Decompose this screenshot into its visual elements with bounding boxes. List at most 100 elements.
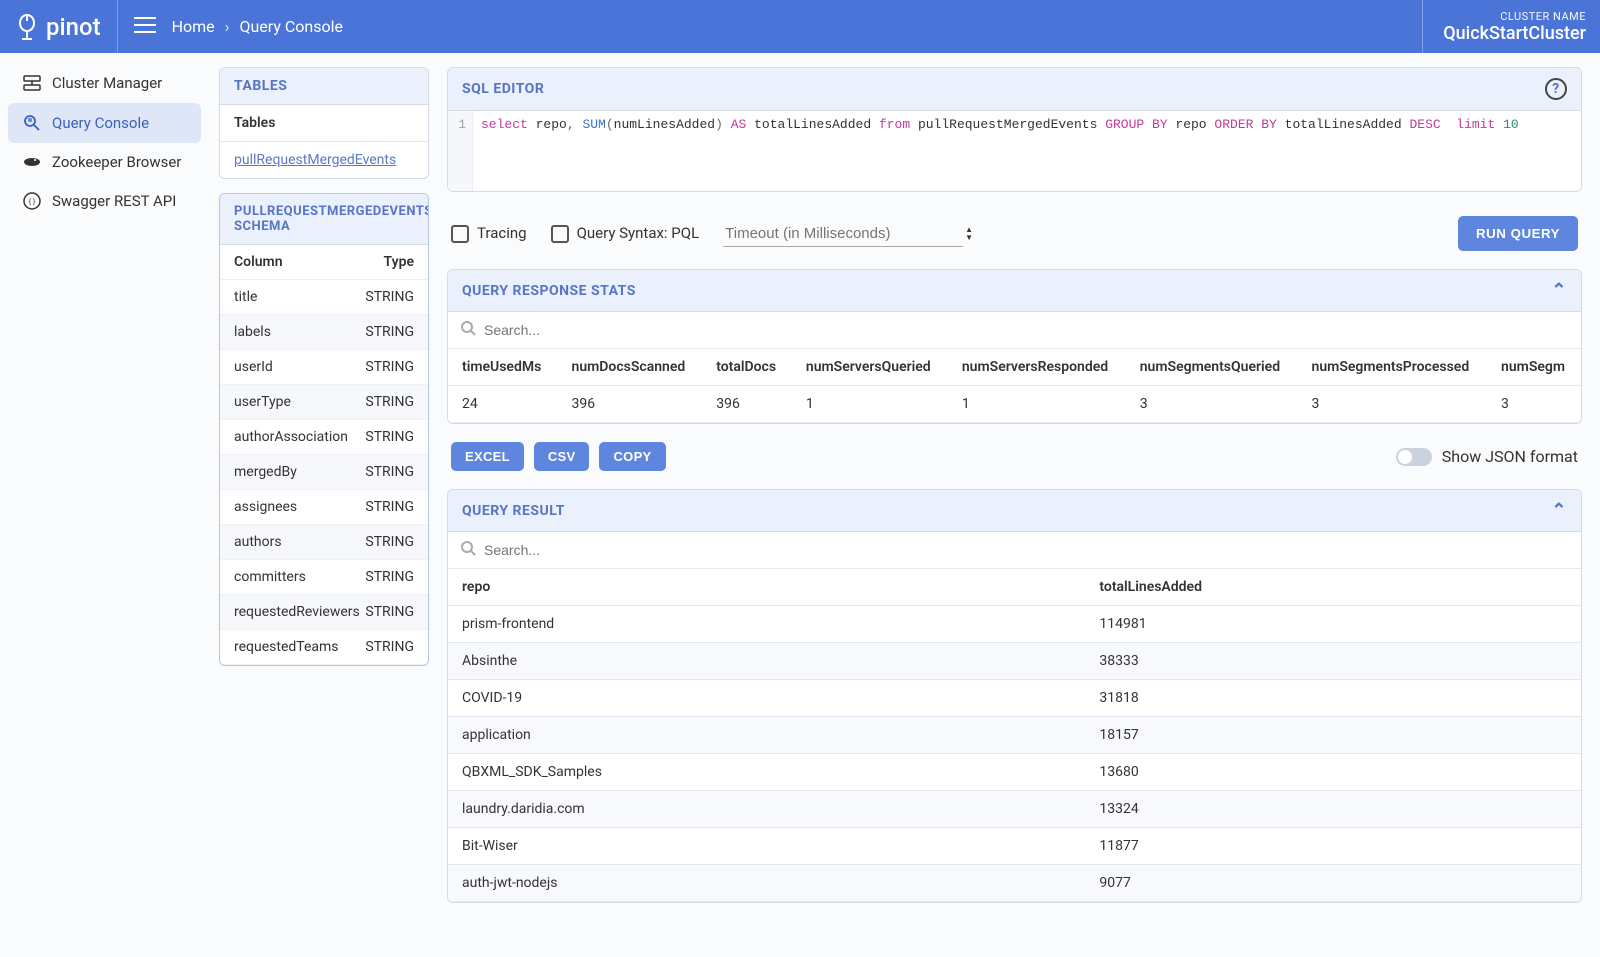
schema-panel-title: PULLREQUESTMERGEDEVENTS SCHEMA: [220, 194, 428, 245]
schema-col: labels: [234, 324, 365, 340]
stats-header[interactable]: numDocsScanned: [558, 349, 703, 386]
stats-table: timeUsedMsnumDocsScannedtotalDocsnumServ…: [448, 349, 1581, 423]
stats-title: QUERY RESPONSE STATS: [462, 283, 636, 299]
copy-button[interactable]: COPY: [599, 442, 665, 471]
breadcrumb-home[interactable]: Home: [172, 17, 215, 36]
stats-header[interactable]: numSegmentsQueried: [1126, 349, 1298, 386]
svg-text:{ }: { }: [29, 197, 36, 206]
table-link[interactable]: pullRequestMergedEvents: [220, 142, 428, 178]
sql-editor-title: SQL EDITOR: [462, 81, 544, 97]
stats-header[interactable]: timeUsedMs: [448, 349, 558, 386]
result-row[interactable]: COVID-1931818: [448, 680, 1581, 717]
pql-checkbox[interactable]: [551, 225, 569, 243]
zk-icon: [20, 155, 44, 169]
result-title: QUERY RESULT: [462, 503, 565, 519]
search-icon: [460, 320, 476, 340]
schema-row[interactable]: mergedBySTRING: [220, 455, 428, 490]
result-cell: 13324: [1085, 791, 1581, 828]
schema-row[interactable]: labelsSTRING: [220, 315, 428, 350]
sidebar-item-query-console[interactable]: Query Console: [8, 103, 201, 143]
breadcrumb-current: Query Console: [239, 17, 343, 36]
pinot-icon: [16, 13, 38, 41]
hamburger-icon[interactable]: [134, 16, 156, 38]
schema-row[interactable]: titleSTRING: [220, 280, 428, 315]
cluster-icon: [20, 73, 44, 93]
tables-subheader: Tables: [220, 105, 428, 142]
schema-col: title: [234, 289, 365, 305]
help-icon[interactable]: ?: [1545, 78, 1567, 100]
timeout-input[interactable]: [723, 221, 963, 247]
stats-cell: 396: [558, 386, 703, 423]
run-query-button[interactable]: RUN QUERY: [1458, 216, 1578, 251]
schema-col-header: Column: [234, 254, 384, 270]
schema-row[interactable]: userTypeSTRING: [220, 385, 428, 420]
schema-type: STRING: [365, 394, 414, 410]
pql-control[interactable]: Query Syntax: PQL: [551, 224, 700, 243]
schema-type: STRING: [365, 569, 414, 585]
sql-code[interactable]: select repo, SUM(numLinesAdded) AS total…: [473, 111, 1581, 191]
result-cell: 31818: [1085, 680, 1581, 717]
stats-header[interactable]: totalDocs: [702, 349, 792, 386]
result-row[interactable]: Bit-Wiser11877: [448, 828, 1581, 865]
excel-button[interactable]: EXCEL: [451, 442, 524, 471]
result-panel: QUERY RESULT ⌃ repototalLinesAddedprism-…: [447, 489, 1582, 903]
schema-header-row: Column Type: [220, 245, 428, 280]
result-header[interactable]: repo: [448, 569, 1085, 606]
schema-row[interactable]: assigneesSTRING: [220, 490, 428, 525]
search-icon: [460, 540, 476, 560]
sidebar-item-swagger-rest-api[interactable]: { }Swagger REST API: [8, 181, 201, 221]
timeout-stepper[interactable]: ▲▼: [965, 226, 973, 242]
schema-type: STRING: [365, 289, 414, 305]
stats-header[interactable]: numSegmentsProcessed: [1298, 349, 1487, 386]
brand-logo[interactable]: pinot: [16, 13, 101, 41]
stats-header[interactable]: numServersQueried: [792, 349, 948, 386]
result-row[interactable]: QBXML_SDK_Samples13680: [448, 754, 1581, 791]
result-row[interactable]: auth-jwt-nodejs9077: [448, 865, 1581, 902]
schema-type: STRING: [365, 324, 414, 340]
tables-panel: TABLES Tables pullRequestMergedEvents: [219, 67, 429, 179]
sidebar-item-label: Zookeeper Browser: [52, 153, 181, 171]
schema-type: STRING: [365, 464, 414, 480]
stats-header[interactable]: numServersResponded: [948, 349, 1126, 386]
schema-row[interactable]: userIdSTRING: [220, 350, 428, 385]
tables-panel-title: TABLES: [220, 68, 428, 105]
schema-row[interactable]: committersSTRING: [220, 560, 428, 595]
result-header[interactable]: totalLinesAdded: [1085, 569, 1581, 606]
result-row[interactable]: laundry.daridia.com13324: [448, 791, 1581, 828]
stats-header[interactable]: numSegm: [1487, 349, 1581, 386]
schema-row[interactable]: authorsSTRING: [220, 525, 428, 560]
schema-row[interactable]: requestedTeamsSTRING: [220, 630, 428, 665]
result-cell: 114981: [1085, 606, 1581, 643]
schema-type: STRING: [365, 429, 414, 445]
schema-type: STRING: [365, 534, 414, 550]
schema-row[interactable]: authorAssociationSTRING: [220, 420, 428, 455]
result-cell: auth-jwt-nodejs: [448, 865, 1085, 902]
cluster-name: QuickStartCluster: [1443, 23, 1586, 44]
cluster-info: CLUSTER NAME QuickStartCluster: [1422, 0, 1600, 53]
schema-row[interactable]: requestedReviewersSTRING: [220, 595, 428, 630]
chevron-right-icon: ›: [225, 17, 230, 36]
stats-search-input[interactable]: [484, 322, 1569, 338]
collapse-icon[interactable]: ⌃: [1551, 500, 1567, 521]
sidebar-item-cluster-manager[interactable]: Cluster Manager: [8, 63, 201, 103]
stats-cell: 3: [1487, 386, 1581, 423]
sidebar-item-zookeeper-browser[interactable]: Zookeeper Browser: [8, 143, 201, 181]
sql-code-editor[interactable]: 1 select repo, SUM(numLinesAdded) AS tot…: [448, 111, 1581, 191]
result-row[interactable]: prism-frontend114981: [448, 606, 1581, 643]
result-cell: 38333: [1085, 643, 1581, 680]
result-search-input[interactable]: [484, 542, 1569, 558]
tracing-checkbox[interactable]: [451, 225, 469, 243]
json-toggle[interactable]: [1396, 448, 1432, 466]
schema-type: STRING: [365, 499, 414, 515]
schema-type: STRING: [365, 359, 414, 375]
result-table: repototalLinesAddedprism-frontend114981A…: [448, 569, 1581, 902]
csv-button[interactable]: CSV: [534, 442, 590, 471]
collapse-icon[interactable]: ⌃: [1551, 280, 1567, 301]
result-row[interactable]: application18157: [448, 717, 1581, 754]
tracing-control[interactable]: Tracing: [451, 224, 527, 243]
result-cell: application: [448, 717, 1085, 754]
stats-cell: 396: [702, 386, 792, 423]
divider: [117, 0, 118, 53]
result-row[interactable]: Absinthe38333: [448, 643, 1581, 680]
stats-panel: QUERY RESPONSE STATS ⌃ timeUsedMsnumDocs…: [447, 269, 1582, 424]
